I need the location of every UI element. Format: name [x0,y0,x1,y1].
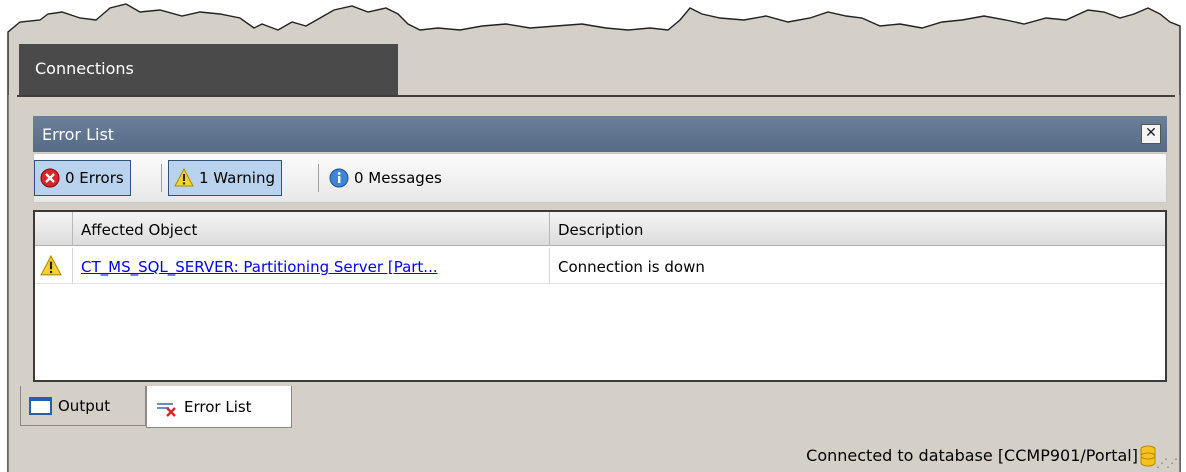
column-header-affected-object[interactable]: Affected Object [73,212,550,246]
tab-output[interactable]: Output [20,386,146,426]
tab-output-label: Output [58,396,111,415]
panel-title: Error List [42,125,115,144]
toolbar-separator [318,164,319,192]
messages-filter-button[interactable]: 0 Messages [324,160,448,196]
description-cell: Connection is down [558,258,705,276]
error-list-icon [155,397,179,417]
close-button[interactable]: ✕ [1141,124,1161,144]
messages-filter-label: 0 Messages [354,169,442,187]
grid-header: Affected Object Description [35,212,1165,246]
warning-icon [174,168,194,188]
filter-toolbar: 0 Errors 1 Warning 0 Messages [33,153,1167,203]
close-icon: ✕ [1145,125,1157,141]
error-list-header: Error List ✕ [33,116,1167,152]
tab-connections-label: Connections [35,59,134,78]
resize-grip-icon[interactable]: ⋰⋰ [1156,456,1178,470]
error-icon [40,168,60,188]
database-icon [1140,444,1156,472]
status-bar: Connected to database [CCMP901/Portal] ⋰… [10,440,1178,472]
tab-error-list-label: Error List [184,397,252,416]
warnings-filter-button[interactable]: 1 Warning [168,160,282,196]
info-icon [329,168,349,188]
status-text: Connected to database [CCMP901/Portal] [806,446,1138,465]
output-window-icon [29,396,53,416]
warnings-filter-label: 1 Warning [199,169,275,187]
column-header-description[interactable]: Description [550,212,1165,246]
tab-error-list[interactable]: Error List [146,386,292,428]
table-row[interactable]: CT_MS_SQL_SERVER: Partitioning Server [P… [35,248,1165,284]
error-grid: Affected Object Description CT_MS_SQL_SE… [33,210,1167,382]
affected-object-cell: CT_MS_SQL_SERVER: Partitioning Server [P… [73,248,550,284]
column-header-icon[interactable] [35,212,73,246]
toolbar-separator [161,164,162,192]
affected-object-link[interactable]: CT_MS_SQL_SERVER: Partitioning Server [P… [81,258,438,276]
tab-connections[interactable]: Connections [19,44,398,95]
errors-filter-label: 0 Errors [65,169,124,187]
row-warning-icon [35,248,73,284]
errors-filter-button[interactable]: 0 Errors [34,160,131,196]
